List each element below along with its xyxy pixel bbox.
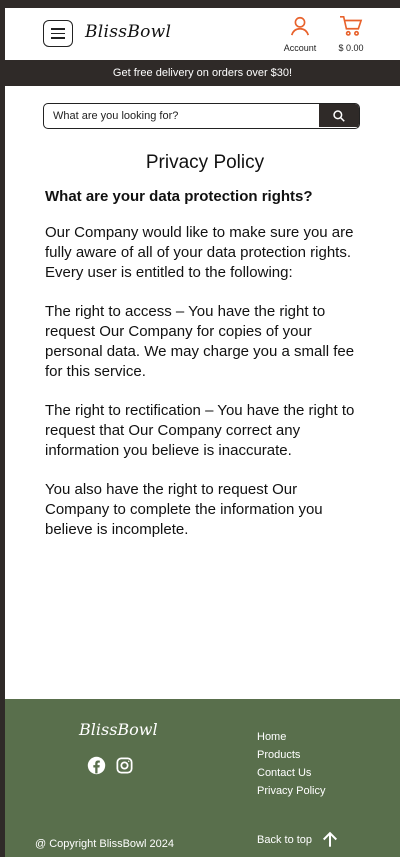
page-title: Privacy Policy: [145, 152, 265, 173]
social-links: [87, 756, 134, 775]
arrow-up-icon: [323, 831, 338, 847]
copyright-text: @ Copyright BlissBowl 2024: [35, 838, 174, 850]
site-header: BlissBowl Account $ 0.00: [5, 8, 400, 60]
facebook-icon[interactable]: [87, 756, 106, 775]
window-top-strip: [0, 0, 400, 8]
site-logo[interactable]: BlissBowl: [85, 22, 171, 42]
search-input[interactable]: [44, 104, 320, 127]
footer-link-privacy-policy[interactable]: Privacy Policy: [257, 782, 325, 800]
cart-icon: [340, 16, 363, 36]
footer-logo[interactable]: BlissBowl: [79, 720, 158, 739]
policy-paragraph: The right to rectification – You have th…: [45, 402, 355, 459]
section-heading: What are your data protection rights?: [45, 188, 313, 205]
hamburger-icon: [51, 28, 65, 30]
back-to-top-button[interactable]: Back to top: [257, 830, 339, 849]
policy-paragraph: Our Company would like to make sure you …: [45, 224, 354, 281]
cart-button[interactable]: $ 0.00: [332, 15, 370, 53]
policy-paragraph: The right to access – You have the right…: [45, 303, 355, 380]
page-frame: BlissBowl Account $ 0.00 Get free delive…: [5, 8, 400, 857]
hamburger-icon: [51, 37, 65, 39]
user-icon: [290, 16, 310, 36]
menu-button[interactable]: [43, 20, 73, 47]
policy-content: Privacy Policy What are your data protec…: [45, 152, 365, 559]
account-button[interactable]: Account: [279, 15, 321, 53]
footer-link-products[interactable]: Products: [257, 746, 325, 764]
search-button[interactable]: [319, 104, 359, 127]
promo-banner: Get free delivery on orders over $30!: [5, 60, 400, 86]
hamburger-icon: [51, 32, 65, 35]
policy-paragraph: You also have the right to request Our C…: [45, 481, 323, 538]
search-bar: [43, 103, 360, 129]
footer-link-home[interactable]: Home: [257, 728, 325, 746]
site-footer: BlissBowl Home Products Contact Us Priva…: [5, 699, 400, 857]
instagram-icon[interactable]: [115, 756, 134, 775]
cart-total: $ 0.00: [338, 43, 364, 53]
back-to-top-label: Back to top: [257, 833, 313, 846]
search-icon: [333, 109, 345, 122]
footer-link-contact-us[interactable]: Contact Us: [257, 764, 325, 782]
footer-links: Home Products Contact Us Privacy Policy: [257, 728, 325, 800]
account-label: Account: [283, 43, 317, 53]
